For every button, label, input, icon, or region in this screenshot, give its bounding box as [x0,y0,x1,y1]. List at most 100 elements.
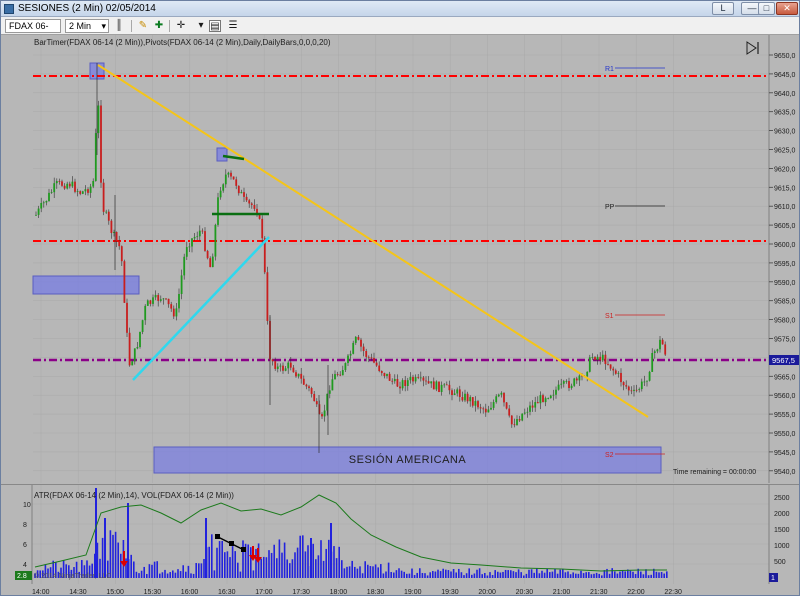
volume-bar [445,569,447,578]
candle-body [196,236,199,238]
crosshair-icon[interactable]: ✛ [175,20,187,32]
candle-body [518,419,521,421]
candle-body [162,298,165,300]
volume-tick-label: 500 [774,559,786,566]
chevron-down-icon[interactable]: ▾ [195,20,207,32]
atr-tick-label: 10 [23,502,31,509]
maximize-button[interactable]: □ [758,2,775,15]
volume-bar [374,564,377,578]
candle-body [66,183,69,189]
data-box-icon[interactable]: ▤ [209,20,221,32]
indicator-legend: ATR(FDAX 06-14 (2 Min),14), VOL(FDAX 06-… [34,491,234,500]
volume-bar [117,542,119,578]
candle-body [373,357,375,363]
properties-icon[interactable]: ☰ [227,20,239,32]
instrument-selector[interactable]: FDAX 06-14 [5,19,61,44]
volume-bar [247,544,249,578]
volume-bar [658,572,660,578]
candle-body [37,208,40,215]
volume-bar [564,572,567,578]
volume-bar [442,568,444,578]
interval-selector[interactable]: 2 Min ▾ [65,19,109,33]
bar-type-icon[interactable]: ║ [113,20,125,32]
candle-body [118,241,121,247]
time-tick-label: 19:00 [404,589,422,596]
volume-bar [283,542,286,578]
volume-bar [354,566,356,578]
candle-body [453,393,456,395]
atr-tick-label: 8 [23,522,27,529]
time-axis[interactable]: 14:00 14:30 15:00 15:30 16:00 16:30 17:00 17:30… [1,584,799,596]
volume-bar [616,573,619,578]
candle-body [71,181,74,187]
candle-body [240,192,243,194]
volume-bar [582,573,585,578]
candle-body [573,378,576,386]
pivot-pp-label: PP [605,204,615,211]
candle-body [443,384,446,386]
candle-body [456,389,459,394]
candle-body [232,176,235,180]
volume-bar [494,570,496,578]
candle-body [235,179,238,186]
candle-body [230,172,232,177]
candle-body [661,339,664,345]
l-button[interactable]: L [712,2,734,15]
candle-body [253,204,256,209]
volume-bar [538,573,541,578]
volume-bar [543,572,546,578]
candle-body [440,384,443,392]
candle-body [406,380,409,386]
candle-body [586,371,589,377]
volume-bar [174,572,177,578]
volume-bar [523,575,525,578]
candle-body [627,386,630,391]
volume-bar [377,567,379,578]
time-axis-labels: 14:00 14:30 15:00 15:30 16:00 16:30 17:00 17:30… [32,589,682,596]
volume-bar [328,539,330,578]
volume-bar [580,570,582,578]
volume-bar [424,573,426,578]
atr-line [34,494,667,572]
candle-body [105,211,108,213]
volume-bar [455,572,457,578]
volume-bar [468,568,470,578]
volume-bars [34,488,668,578]
candle-body [664,344,667,355]
volume-bar [486,575,489,578]
candle-body [591,357,594,358]
price-tick-label: 9605,0 [774,223,796,230]
toolbar-separator [169,20,170,32]
candle-body [643,381,646,383]
chevron-down-icon: ▾ [101,21,106,31]
candle-body [534,402,537,408]
volume-atr-panel[interactable]: 10 8 6 4 2500 2000 1500 1000 500 2.8 1 ATR(FDAX… [1,484,799,585]
volume-axis: 2500 2000 1500 1000 500 [774,495,790,566]
price-axis[interactable]: 9650,0 9645,0 9640,0 9635,0 9630,0 9625,0 9620… [769,53,796,476]
candle-body [204,231,206,251]
price-chart-panel[interactable]: R1 PP S1 S2 9650,0 9645,0 9640,0 9635,0 9630… [1,35,799,483]
toolbar-separator [131,20,132,32]
candle-body [612,368,615,371]
volume-bar [315,559,317,578]
candle-body [646,380,648,382]
price-tick-label: 9590,0 [774,280,796,287]
volume-bar [406,573,408,578]
candle-body [84,189,87,192]
draw-icon[interactable]: ✎ [137,20,149,32]
candle-body [484,408,487,413]
volume-bar [621,570,624,578]
time-tick-label: 22:00 [627,589,645,596]
candle-body [154,294,157,298]
volume-bar [632,571,634,578]
candle-body [367,356,370,358]
close-button[interactable]: ✕ [776,2,798,15]
add-indicator-icon[interactable]: ✚ [153,20,165,32]
candle-body [409,376,412,381]
candle-body [596,356,599,360]
candle-body [310,388,313,394]
volume-bar [263,556,265,578]
time-tick-label: 22:30 [664,589,682,596]
bar-timer-icon[interactable] [746,41,759,55]
title-bar: SESIONES (2 Min) 02/05/2014 L — □ ✕ [1,1,799,17]
